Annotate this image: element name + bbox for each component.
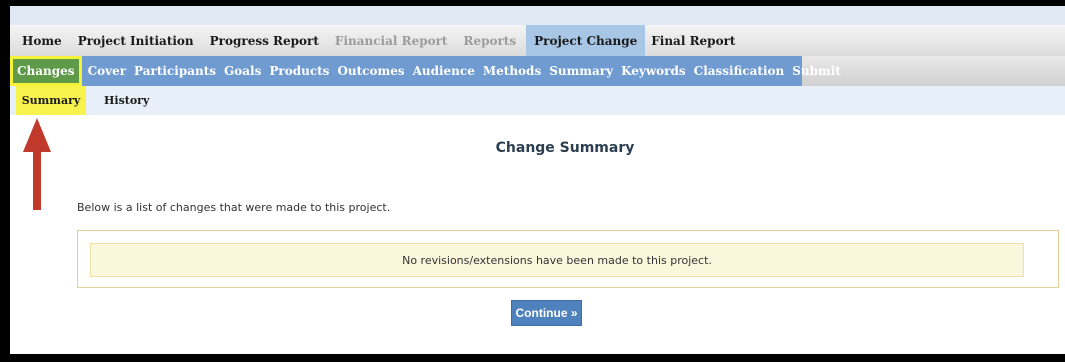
tab-audience[interactable]: Audience	[409, 56, 479, 86]
tertiary-nav: Summary History	[10, 86, 1065, 115]
header-strip	[10, 6, 1065, 25]
secondary-nav-bar: Changes Cover Participants Goals Product…	[10, 56, 841, 86]
changes-list-box: No revisions/extensions have been made t…	[77, 230, 1059, 288]
nav-financial-report: Financial Report	[334, 33, 448, 48]
tab-summary[interactable]: Summary	[545, 56, 617, 86]
no-changes-notice: No revisions/extensions have been made t…	[90, 243, 1024, 277]
intro-text: Below is a list of changes that were mad…	[77, 201, 391, 214]
tab-outcomes[interactable]: Outcomes	[333, 56, 408, 86]
primary-nav: Home Project Initiation Progress Report …	[10, 25, 1065, 56]
nav-home[interactable]: Home	[10, 25, 72, 56]
tab-classification[interactable]: Classification	[690, 56, 789, 86]
tab-keywords[interactable]: Keywords	[617, 56, 690, 86]
red-up-arrow-icon	[23, 118, 51, 210]
subtab-history[interactable]: History	[104, 86, 149, 115]
subtab-summary[interactable]: Summary	[16, 86, 86, 115]
nav-progress-report[interactable]: Progress Report	[204, 25, 329, 56]
tab-goals[interactable]: Goals	[220, 56, 265, 86]
tab-changes[interactable]: Changes	[10, 56, 82, 86]
page-title: Change Summary	[495, 140, 635, 156]
secondary-nav: Changes Cover Participants Goals Product…	[10, 56, 1065, 86]
application-frame: Home Project Initiation Progress Report …	[10, 6, 1065, 354]
tab-cover[interactable]: Cover	[84, 56, 130, 86]
nav-final-report[interactable]: Final Report	[645, 25, 745, 56]
continue-button[interactable]: Continue »	[511, 300, 582, 326]
tab-methods[interactable]: Methods	[479, 56, 545, 86]
nav-reports: Reports	[463, 33, 517, 48]
tab-participants[interactable]: Participants	[130, 56, 220, 86]
nav-project-change[interactable]: Project Change	[526, 25, 646, 56]
nav-project-initiation[interactable]: Project Initiation	[72, 25, 204, 56]
tab-products[interactable]: Products	[265, 56, 333, 86]
tab-submit[interactable]: Submit	[788, 56, 845, 86]
